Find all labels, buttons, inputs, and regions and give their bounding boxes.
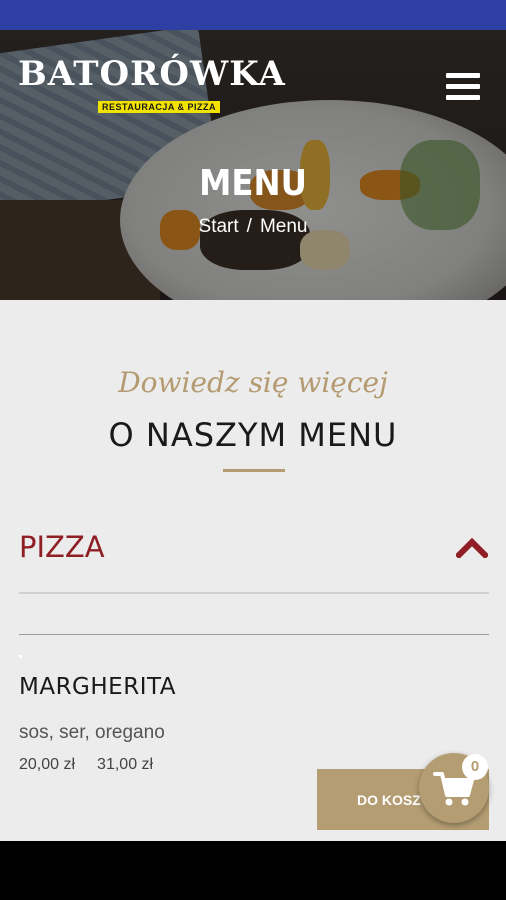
price-large[interactable]: 31,00 zł: [97, 756, 153, 773]
section-title: O NASZYM MENU: [108, 416, 398, 454]
status-bar: [0, 0, 506, 30]
title-divider: [223, 469, 285, 472]
category-divider: [19, 592, 489, 594]
menu-item-prices: 20,00 zł 31,00 zł: [19, 756, 153, 774]
menu-hamburger-icon[interactable]: [446, 73, 480, 101]
item-divider: [19, 634, 489, 635]
breadcrumb-separator: /: [246, 216, 252, 237]
menu-content: Dowiedz się więcej O NASZYM MENU PIZZA M…: [0, 300, 506, 841]
breadcrumb-home-link[interactable]: Start: [199, 216, 239, 237]
page-title: MENU: [199, 163, 307, 204]
category-pizza-title[interactable]: PIZZA: [19, 530, 105, 564]
cart-count-badge: 0: [462, 754, 488, 780]
price-small[interactable]: 20,00 zł: [19, 756, 75, 773]
chevron-up-icon[interactable]: [456, 536, 488, 558]
brand-logo[interactable]: BATORÓWKA RESTAURACJA & PIZZA: [18, 48, 285, 123]
breadcrumb: Start / Menu: [0, 216, 506, 238]
menu-item-name: MARGHERITA: [19, 674, 176, 700]
brand-name: BATORÓWKA: [18, 54, 286, 94]
breadcrumb-current: Menu: [259, 216, 308, 237]
system-nav-bar: [0, 841, 506, 900]
section-subtitle: Dowiedz się więcej: [118, 366, 388, 399]
menu-item-description: sos, ser, oregano: [19, 722, 165, 743]
brand-tagline: RESTAURACJA & PIZZA: [98, 101, 221, 113]
